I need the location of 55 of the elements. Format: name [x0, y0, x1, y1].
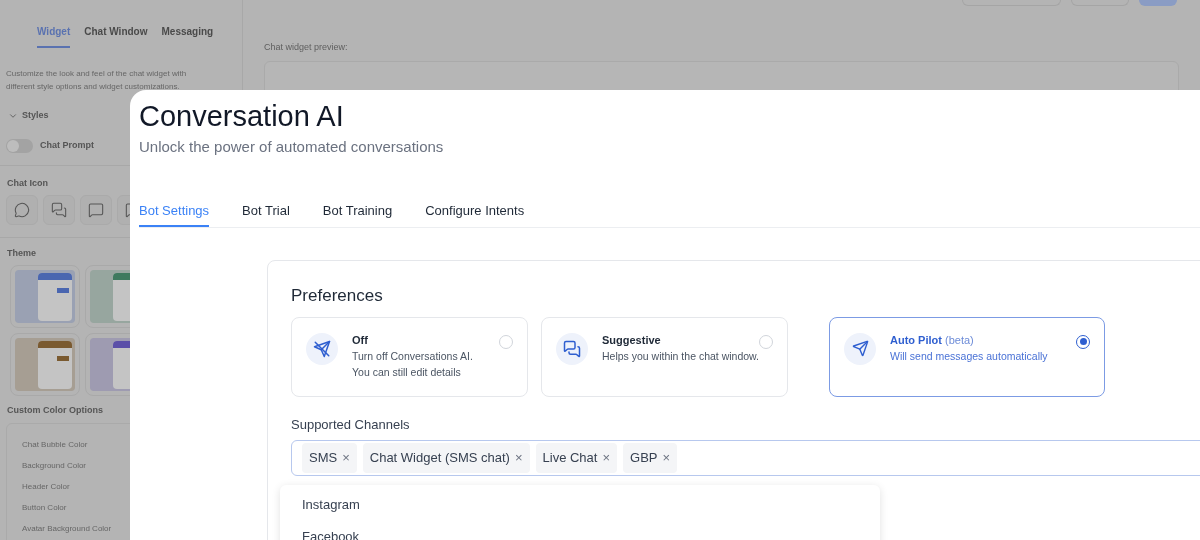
section-title: Theme	[6, 247, 37, 260]
chat-icon-option[interactable]	[43, 195, 75, 225]
color-option-label: Chat Bubble Color	[22, 439, 89, 451]
chat-bubble-icon	[51, 202, 67, 218]
send-icon	[851, 340, 869, 357]
section-title: Preferences	[291, 285, 384, 307]
remove-tag-button[interactable]: ×	[662, 448, 671, 468]
panel-subtitle: Unlock the power of automated conversations	[139, 137, 445, 157]
option-title: Auto Pilot (beta)	[890, 332, 975, 348]
chat-bubbles-icon	[563, 339, 581, 358]
preference-option[interactable]: Off Turn off Conversations AI. You can still edit details	[291, 316, 528, 397]
remove-tag-button[interactable]: ×	[602, 448, 611, 468]
color-option-label: Button Color	[22, 502, 68, 514]
panel-title: Conversation AI	[139, 99, 345, 133]
channel-tag: Live Chat ×	[535, 443, 618, 473]
tab[interactable]: Bot Training	[322, 200, 393, 227]
preference-option[interactable]: Suggestive Helps you within the chat window.	[541, 316, 788, 397]
tab[interactable]: Bot Settings	[139, 200, 210, 227]
tab[interactable]: Bot Trial	[242, 200, 290, 227]
chat-icon-option[interactable]	[6, 195, 38, 225]
option-description: Will send messages automatically	[890, 348, 1049, 364]
option-description: You can still edit details	[352, 364, 462, 380]
remove-tag-button[interactable]: ×	[514, 448, 523, 468]
section-title: Styles	[22, 109, 49, 122]
sidebar-tab[interactable]: Messaging	[161, 24, 214, 48]
option-title: Suggestive	[602, 332, 662, 348]
channels-field[interactable]: SMS × Chat Widget (SMS chat) × Live Chat × GBP ×	[291, 440, 1200, 476]
color-option-label: Header Color	[22, 481, 71, 493]
chat-bubble-icon	[14, 202, 30, 218]
section-title: Custom Color Options	[6, 403, 104, 417]
chat-icon-option[interactable]	[80, 195, 112, 225]
sidebar-tab[interactable]: Chat Window	[84, 24, 148, 48]
option-title: Off	[352, 332, 369, 348]
channel-tag: GBP ×	[623, 443, 678, 473]
remove-tag-button[interactable]: ×	[342, 448, 350, 468]
option-description: Turn off Conversations AI.	[352, 348, 474, 364]
toggle-label: Chat Prompt	[40, 138, 94, 152]
dropdown-option[interactable]: Instagram	[302, 495, 880, 515]
channel-tag: SMS ×	[302, 443, 357, 473]
preview-label: Chat widget preview:	[264, 41, 349, 54]
preference-option[interactable]: Auto Pilot (beta) Will send messages automatically	[829, 316, 1105, 397]
theme-thumbnail[interactable]	[10, 332, 80, 396]
sidebar-description: Customize the look and feel of the chat widget with different style options and widget customizations.	[5, 68, 188, 93]
field-label: Supported Channels	[291, 415, 411, 434]
tab[interactable]: Configure Intents	[425, 200, 525, 227]
toggle-switch[interactable]	[6, 138, 33, 153]
dropdown-option[interactable]: Facebook	[302, 526, 880, 540]
option-description: Helps you within the chat window.	[602, 348, 759, 364]
color-option-label: Background Color	[22, 460, 88, 472]
color-option-label: Avatar Background Color	[22, 523, 113, 535]
send-off-icon	[313, 339, 331, 358]
channel-tag: Chat Widget (SMS chat) ×	[362, 443, 530, 473]
theme-thumbnail[interactable]	[10, 264, 80, 328]
section-title: Chat Icon	[6, 176, 49, 190]
chat-bubble-icon	[88, 202, 104, 218]
